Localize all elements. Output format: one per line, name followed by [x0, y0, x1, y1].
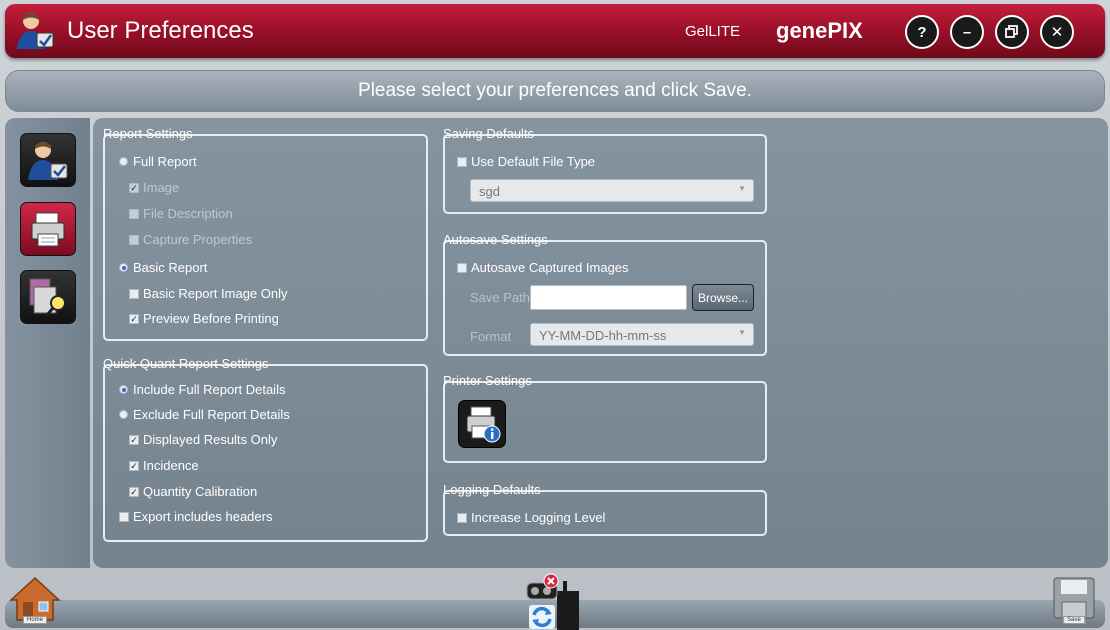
help-button[interactable]: ?	[905, 15, 939, 49]
checkbox-checked-icon: ✓	[129, 182, 139, 193]
help-icon: ?	[917, 23, 927, 41]
increase-logging-checkbox[interactable]: Increase Logging Level	[457, 510, 605, 525]
minimize-icon: –	[962, 23, 972, 41]
brand-logo: genePIX	[776, 18, 863, 43]
checkbox-icon	[129, 208, 139, 219]
close-button[interactable]: ✕	[1040, 15, 1074, 49]
checkbox-checked-icon: ✓	[129, 434, 139, 445]
search-document-icon	[29, 278, 66, 316]
sidebar	[5, 118, 90, 568]
file-type-select[interactable]: sgd ▼	[470, 179, 754, 202]
radio-icon	[119, 410, 128, 419]
camera-status-icon[interactable]	[523, 573, 585, 630]
displayed-results-only-checkbox[interactable]: ✓ Displayed Results Only	[129, 432, 277, 447]
restore-icon	[1005, 25, 1018, 38]
include-full-report-radio[interactable]: Include Full Report Details	[119, 382, 285, 397]
home-label: Home	[22, 616, 48, 624]
printer-info-icon	[466, 406, 501, 443]
tab-printer[interactable]	[20, 202, 76, 256]
instruction-bar: Please select your preferences and click…	[5, 70, 1105, 112]
quick-quant-group: Quick Quant Report Settings Include Full…	[103, 356, 428, 542]
printer-settings-group: Printer Settings	[443, 373, 767, 463]
logging-defaults-label: Logging Defaults	[443, 482, 578, 497]
checkbox-icon	[129, 234, 139, 245]
restore-button[interactable]	[995, 15, 1029, 49]
checkbox-icon	[457, 512, 467, 523]
title-bar: User Preferences GelLITE genePIX ? – ✕	[5, 4, 1105, 58]
file-description-checkbox[interactable]: File Description	[129, 206, 233, 221]
checkbox-icon	[129, 288, 139, 299]
checkbox-checked-icon: ✓	[129, 460, 139, 471]
close-icon: ✕	[1050, 24, 1064, 41]
quick-quant-label: Quick Quant Report Settings	[103, 356, 305, 371]
checkbox-checked-icon: ✓	[129, 486, 139, 497]
printer-settings-label: Printer Settings	[443, 373, 569, 388]
minimize-button[interactable]: –	[950, 15, 984, 49]
radio-selected-icon	[119, 385, 128, 394]
use-default-file-type-checkbox[interactable]: Use Default File Type	[457, 154, 595, 169]
product-name: GelLITE	[685, 23, 741, 40]
save-path-input[interactable]	[530, 285, 687, 310]
exclude-full-report-radio[interactable]: Exclude Full Report Details	[119, 407, 290, 422]
printer-icon	[31, 212, 65, 247]
printer-settings-button[interactable]	[458, 400, 506, 448]
saving-defaults-group: Saving Defaults Use Default File Type sg…	[443, 126, 767, 214]
chevron-down-icon: ▼	[738, 184, 746, 193]
autosave-captured-images-checkbox[interactable]: Autosave Captured Images	[457, 260, 629, 275]
incidence-checkbox[interactable]: ✓ Incidence	[129, 458, 199, 473]
user-settings-icon	[28, 142, 68, 180]
save-path-label: Save Path	[470, 290, 530, 305]
autosave-settings-group: Autosave Settings Autosave Captured Imag…	[443, 232, 767, 356]
checkbox-checked-icon: ✓	[129, 313, 139, 324]
report-settings-label: Report Settings	[103, 126, 230, 141]
tab-user-settings[interactable]	[20, 133, 76, 187]
camera-disconnected-icon	[526, 573, 579, 630]
window-title: User Preferences	[67, 17, 254, 44]
chevron-down-icon: ▼	[738, 328, 746, 337]
image-checkbox[interactable]: ✓ Image	[129, 180, 179, 195]
autosave-settings-label: Autosave Settings	[443, 232, 585, 247]
capture-properties-checkbox[interactable]: Capture Properties	[129, 232, 252, 247]
preview-before-printing-checkbox[interactable]: ✓ Preview Before Printing	[129, 311, 279, 326]
tab-search-document[interactable]	[20, 270, 76, 324]
checkbox-icon	[457, 156, 467, 167]
basic-report-image-only-checkbox[interactable]: Basic Report Image Only	[129, 286, 288, 301]
checkbox-icon	[119, 511, 129, 522]
report-settings-group: Report Settings Full Report ✓ Image File …	[103, 126, 428, 341]
radio-icon	[119, 157, 128, 166]
home-button[interactable]: Home	[9, 576, 61, 626]
checkbox-icon	[457, 262, 467, 273]
quantity-calibration-checkbox[interactable]: ✓ Quantity Calibration	[129, 484, 257, 499]
export-headers-checkbox[interactable]: Export includes headers	[119, 509, 272, 524]
save-label: Save	[1063, 616, 1085, 624]
save-button[interactable]: Save	[1050, 576, 1098, 626]
saving-defaults-label: Saving Defaults	[443, 126, 571, 141]
browse-button[interactable]: Browse...	[692, 284, 754, 311]
format-select[interactable]: YY-MM-DD-hh-mm-ss ▼	[530, 323, 754, 346]
preferences-panel: Report Settings Full Report ✓ Image File …	[93, 118, 1108, 568]
user-preferences-icon	[15, 11, 57, 51]
basic-report-radio[interactable]: Basic Report	[119, 260, 207, 275]
radio-selected-icon	[119, 263, 128, 272]
full-report-radio[interactable]: Full Report	[119, 154, 197, 169]
logging-defaults-group: Logging Defaults Increase Logging Level	[443, 482, 767, 536]
format-label: Format	[470, 329, 512, 344]
